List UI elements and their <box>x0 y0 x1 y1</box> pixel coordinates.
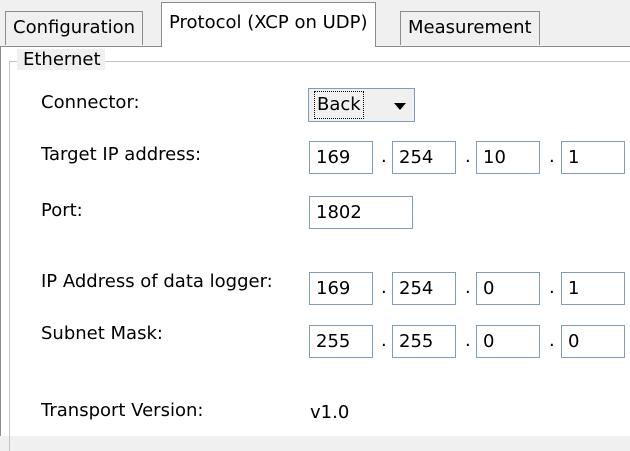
subnet-octet-4[interactable]: 0 <box>561 325 625 358</box>
tab-protocol-label: Protocol (XCP on UDP) <box>169 12 368 33</box>
subnet-separator-3: . <box>549 330 555 351</box>
ethernet-group-title: Ethernet <box>17 49 105 70</box>
tab-panel: Ethernet Connector: Back Target IP addre… <box>0 46 630 451</box>
chevron-down-icon <box>394 103 406 110</box>
target-ip-octet-2[interactable]: 254 <box>392 141 456 174</box>
tab-bar: Configuration Protocol (XCP on UDP) Meas… <box>0 0 630 47</box>
target-ip-octet-3[interactable]: 10 <box>476 141 540 174</box>
subnet-octet-3[interactable]: 0 <box>476 325 540 358</box>
tab-measurement[interactable]: Measurement <box>400 11 540 45</box>
subnet-octet-1[interactable]: 255 <box>309 325 373 358</box>
tab-measurement-label: Measurement <box>408 17 532 38</box>
connector-dropdown[interactable]: Back <box>308 88 415 122</box>
port-label: Port: <box>41 200 83 221</box>
logger-ip-separator-2: . <box>465 277 471 298</box>
logger-ip-octet-4[interactable]: 1 <box>561 272 625 305</box>
port-input[interactable]: 1802 <box>309 196 413 229</box>
connector-value: Back <box>314 91 364 119</box>
tab-protocol[interactable]: Protocol (XCP on UDP) <box>161 2 376 47</box>
target-ip-separator-1: . <box>381 146 387 167</box>
transport-version-value: v1.0 <box>310 402 350 423</box>
target-ip-separator-3: . <box>549 146 555 167</box>
tab-configuration-label: Configuration <box>13 17 136 38</box>
logger-ip-separator-1: . <box>381 277 387 298</box>
target-ip-octet-1[interactable]: 169 <box>309 141 373 174</box>
logger-ip-octet-3[interactable]: 0 <box>476 272 540 305</box>
target-ip-octet-4[interactable]: 1 <box>561 141 625 174</box>
logger-ip-octet-2[interactable]: 254 <box>392 272 456 305</box>
subnet-mask-label: Subnet Mask: <box>41 323 163 344</box>
subnet-separator-2: . <box>465 330 471 351</box>
target-ip-separator-2: . <box>465 146 471 167</box>
subnet-separator-1: . <box>381 330 387 351</box>
target-ip-label: Target IP address: <box>41 144 202 165</box>
transport-version-label: Transport Version: <box>41 400 204 421</box>
logger-ip-separator-3: . <box>549 277 555 298</box>
logger-ip-octet-1[interactable]: 169 <box>309 272 373 305</box>
subnet-octet-2[interactable]: 255 <box>392 325 456 358</box>
tab-configuration[interactable]: Configuration <box>5 11 144 45</box>
logger-ip-label: IP Address of data logger: <box>41 271 273 292</box>
connector-label: Connector: <box>41 92 140 113</box>
